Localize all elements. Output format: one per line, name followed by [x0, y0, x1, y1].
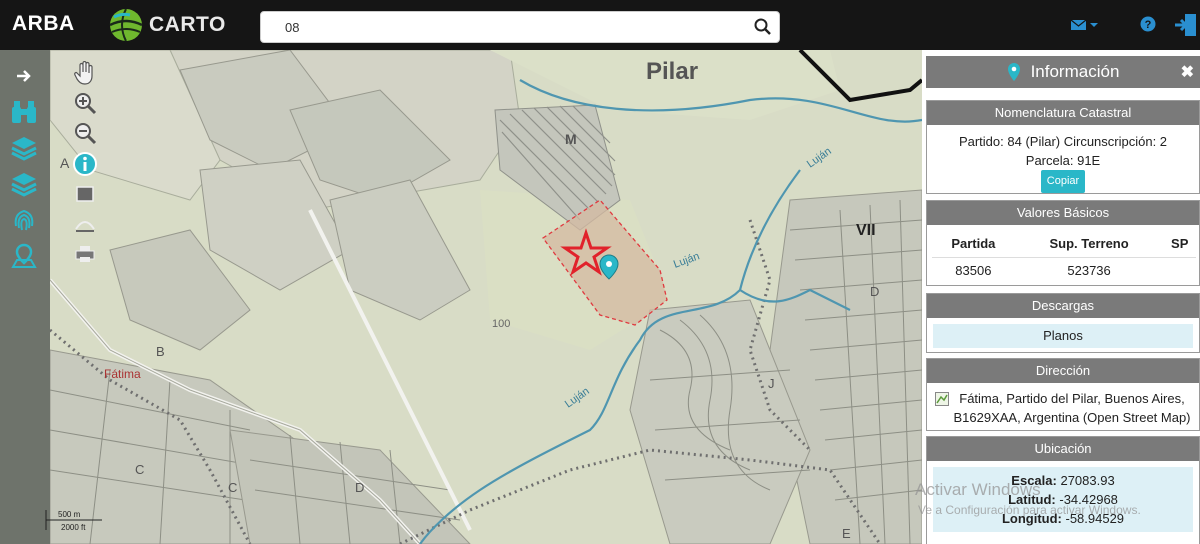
map-label-zone-b: B [156, 344, 165, 359]
zoom-in-icon[interactable] [68, 88, 102, 118]
pan-hand-icon[interactable] [68, 58, 102, 88]
descargas-section: Descargas Planos [926, 293, 1200, 353]
ubicacion-section: Ubicación Escala: 27083.93 Latitud: -34.… [926, 436, 1200, 544]
nomenclatura-header: Nomenclatura Catastral [927, 101, 1199, 125]
carto-logo[interactable]: CARTO [108, 6, 226, 44]
valores-table: Partida Sup. Terreno SP 83506 523736 [932, 231, 1196, 283]
map-label-vii: VII [856, 222, 876, 239]
search-icon[interactable] [753, 17, 773, 37]
map-label-zone-c-left: C [135, 462, 144, 477]
osm-icon[interactable] [935, 392, 949, 406]
valores-section: Valores Básicos Partida Sup. Terreno SP … [926, 200, 1200, 286]
map-label-zone-c: C [228, 480, 237, 495]
column-header: Sup. Terreno [1014, 231, 1164, 258]
search-input[interactable] [261, 12, 731, 42]
scale-bar: 500 m 2000 ft [44, 506, 104, 536]
app-root: Pilar M VII A B Fátima C C D D J E 100 L… [0, 0, 1200, 544]
carto-label: CARTO [149, 13, 226, 36]
left-toolbar [0, 50, 50, 544]
map-label-zone-e: E [842, 526, 851, 541]
mail-icon[interactable] [1070, 18, 1098, 37]
map-location-icon[interactable] [7, 240, 41, 272]
valores-header: Valores Básicos [927, 201, 1199, 225]
arba-logo[interactable]: ARBA [12, 12, 75, 36]
measure-tool-icon[interactable] [68, 209, 102, 239]
direccion-header: Dirección [927, 359, 1199, 383]
nomenclatura-section: Nomenclatura Catastral Partido: 84 (Pila… [926, 100, 1200, 194]
search-box [260, 11, 780, 43]
close-icon[interactable]: ✖ [1181, 62, 1194, 82]
map-label-city: Pilar [646, 58, 698, 85]
scale-metric: 500 m [58, 510, 81, 519]
print-icon[interactable] [68, 239, 102, 269]
map-label-elevation: 100 [492, 318, 510, 330]
location-pin-icon [1007, 63, 1020, 81]
map-label-zone-d: D [355, 480, 364, 495]
carto-globe-icon [109, 8, 143, 42]
map-label-fatima: Fátima [104, 367, 141, 381]
nomenclatura-line2: Parcela: 91E [1025, 153, 1101, 168]
map-label-zone-j: J [768, 376, 775, 391]
info-panel: Información ✖ Nomenclatura Catastral Par… [922, 50, 1200, 544]
expand-arrow-icon[interactable] [7, 60, 41, 92]
latitud-value: -34.42968 [1059, 492, 1118, 507]
table-header-row: Partida Sup. Terreno SP [932, 231, 1196, 258]
escala-label: Escala: [1011, 473, 1057, 488]
ubicacion-body: Escala: 27083.93 Latitud: -34.42968 Long… [933, 467, 1193, 532]
ubicacion-header: Ubicación [927, 437, 1199, 461]
info-panel-title: Información [1030, 62, 1120, 81]
address-text: Fátima, Partido del Pilar, Buenos Aires,… [953, 391, 1191, 425]
top-bar: ARBA CARTO ? [0, 0, 1200, 50]
escala-value: 27083.93 [1060, 473, 1115, 488]
address: Fátima, Partido del Pilar, Buenos Aires,… [927, 383, 1199, 433]
nomenclatura-body: Partido: 84 (Pilar) Circunscripción: 2 P… [927, 125, 1199, 193]
svg-text:?: ? [1145, 19, 1152, 31]
info-tool-icon[interactable] [68, 149, 102, 179]
table-cell [1163, 257, 1196, 283]
info-panel-header: Información ✖ [926, 56, 1200, 88]
zoom-out-icon[interactable] [68, 118, 102, 148]
scale-imperial: 2000 ft [61, 523, 86, 532]
logout-icon[interactable] [1173, 12, 1199, 43]
fingerprint-icon[interactable] [7, 204, 41, 236]
planos-download-link[interactable]: Planos [933, 324, 1193, 348]
column-header: SP [1163, 231, 1196, 258]
binoculars-icon[interactable] [7, 96, 41, 128]
map-label-zone-m: M [565, 131, 577, 147]
layers-icon[interactable] [7, 132, 41, 164]
ide-layers-icon[interactable] [7, 168, 41, 200]
column-header: Partida [932, 231, 1015, 258]
latitud-label: Latitud: [1008, 492, 1056, 507]
copy-button[interactable]: Copiar [1040, 170, 1086, 193]
table-row: 83506 523736 [932, 257, 1196, 283]
longitud-label: Longitud: [1001, 511, 1062, 526]
map-canvas[interactable]: Pilar M VII A B Fátima C C D D J E 100 L… [50, 50, 922, 544]
table-cell: 523736 [1067, 262, 1111, 278]
descargas-header: Descargas [927, 294, 1199, 318]
map-label-zone-d-right: D [870, 284, 879, 299]
longitud-value: -58.94529 [1065, 511, 1125, 526]
nomenclatura-line1: Partido: 84 (Pilar) Circunscripción: 2 [958, 134, 1168, 149]
help-icon[interactable]: ? [1140, 16, 1156, 37]
polygon-tool-icon[interactable] [68, 179, 102, 209]
table-cell: 83506 [955, 262, 992, 278]
direccion-section: Dirección Fátima, Partido del Pilar, Bue… [926, 358, 1200, 431]
